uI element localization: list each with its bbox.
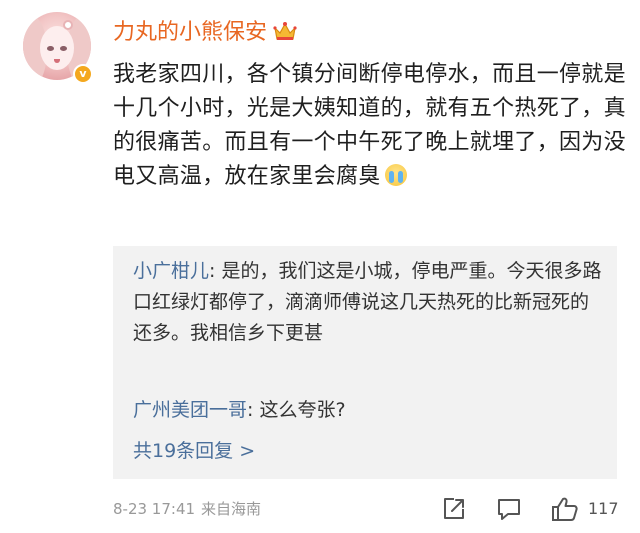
more-replies-link[interactable]: 共19条回复 > bbox=[133, 436, 255, 466]
like-count: 117 bbox=[588, 499, 619, 518]
crown-icon bbox=[273, 20, 297, 42]
username[interactable]: 力丸的小熊保安 bbox=[113, 20, 267, 45]
reply-box: 小广柑儿: 是的，我们这是小城，停电严重。今天很多路口红绿灯都停了，滴滴师傅说这… bbox=[113, 246, 617, 479]
comment-button[interactable] bbox=[496, 496, 522, 522]
thumbs-up-icon bbox=[552, 497, 578, 521]
post-text: 我老家四川，各个镇分间断停电停水，而且一停就是十几个小时，光是大姨知道的，就有五… bbox=[113, 62, 626, 189]
avatar-eye-left bbox=[47, 46, 54, 51]
avatar-eye-right bbox=[60, 46, 67, 51]
like-button[interactable] bbox=[551, 496, 579, 522]
post-source: 来自海南 bbox=[201, 500, 262, 518]
reply-text: 这么夸张? bbox=[259, 399, 346, 421]
reply-separator: : bbox=[247, 399, 260, 421]
verified-badge-icon: v bbox=[73, 64, 93, 84]
username-row: 力丸的小熊保安 bbox=[113, 18, 297, 48]
timestamp: 8-23 17:41 bbox=[113, 500, 196, 518]
reply-author[interactable]: 广州美团一哥 bbox=[133, 399, 247, 421]
reply-item: 小广柑儿: 是的，我们这是小城，停电严重。今天很多路口红绿灯都停了，滴滴师傅说这… bbox=[133, 256, 603, 349]
post-text-block: 我老家四川，各个镇分间断停电停水，而且一停就是十几个小时，光是大姨知道的，就有五… bbox=[113, 58, 628, 194]
post-meta: 8-23 17:41 来自海南 bbox=[113, 498, 261, 520]
comment-icon bbox=[498, 499, 520, 520]
avatar-face bbox=[40, 26, 74, 70]
avatar-flower bbox=[63, 20, 73, 30]
reply-author[interactable]: 小广柑儿 bbox=[133, 260, 209, 282]
share-button[interactable] bbox=[441, 496, 467, 522]
reply-item: 广州美团一哥: 这么夸张? bbox=[133, 395, 603, 426]
reply-separator: : bbox=[209, 260, 222, 282]
crying-face-icon bbox=[384, 164, 407, 186]
share-icon bbox=[444, 498, 464, 519]
